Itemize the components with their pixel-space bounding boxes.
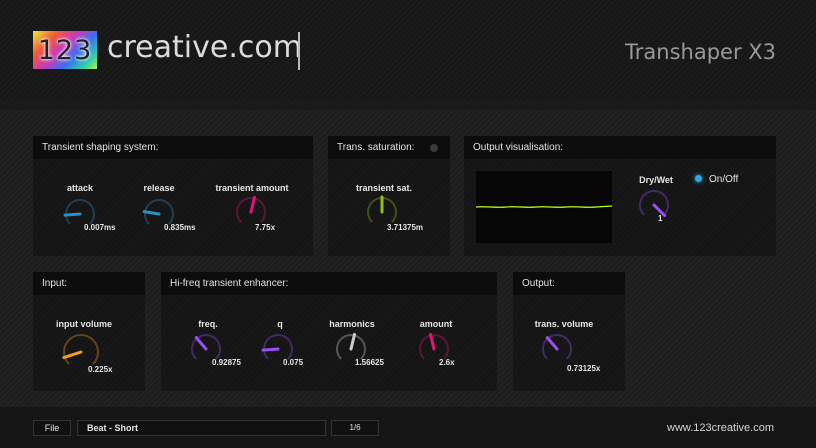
q-value: 0.075: [283, 358, 304, 367]
knob-pointer: [142, 210, 161, 216]
waveform-display: [476, 171, 612, 243]
preset-name-field[interactable]: Beat - Short: [77, 420, 326, 436]
logo-badge: 123: [33, 31, 97, 69]
transient-amount-value: 7.75x: [255, 223, 276, 232]
knob-pointer: [62, 350, 83, 360]
website-link[interactable]: www.123creative.com: [667, 422, 774, 434]
input-volume-value: 0.225x: [88, 365, 113, 374]
file-button[interactable]: File: [33, 420, 71, 436]
amount-label: amount: [419, 319, 453, 329]
trans-volume-knob[interactable]: [541, 333, 573, 365]
dry-wet-label: Dry/Wet: [639, 175, 673, 185]
input-volume-label: input volume: [56, 319, 112, 329]
release-value: 0.835ms: [164, 223, 196, 232]
transient-sat-label: transient sat.: [355, 183, 413, 193]
knob-track: [63, 334, 99, 365]
attack-value: 0.007ms: [84, 223, 116, 232]
knob-track: [263, 334, 293, 360]
waveform-trace: [476, 205, 612, 208]
saturation-toggle-led[interactable]: [430, 144, 438, 152]
knob-track: [65, 199, 95, 225]
knob-pointer: [349, 332, 357, 351]
panel-title: Output visualisation:: [464, 136, 776, 159]
harmonics-label: harmonics: [329, 319, 375, 329]
knob-pointer: [428, 332, 436, 351]
transient-sat-value: 3.71375m: [387, 223, 424, 232]
trans-volume-value: 0.73125x: [567, 364, 601, 373]
q-label: q: [277, 319, 283, 329]
knob-pointer: [261, 347, 280, 352]
output-panel: Output:: [513, 272, 625, 391]
harmonics-value: 1.56625: [355, 358, 384, 367]
transient-amount-label: transient amount: [215, 183, 289, 193]
panel-title: Input:: [33, 272, 145, 295]
dry-wet-knob[interactable]: [638, 189, 670, 221]
knob-pointer: [63, 212, 82, 217]
freq-value: 0.92875: [212, 358, 241, 367]
attack-label: attack: [66, 183, 93, 193]
dry-wet-value: 1: [658, 214, 663, 223]
transient-shaping-panel: Transient shaping system:: [33, 136, 313, 256]
onoff-label[interactable]: On/Off: [709, 174, 738, 185]
header-divider: [0, 100, 816, 110]
product-name: Transhaper X3: [625, 40, 776, 64]
trans-volume-label: trans. volume: [534, 319, 594, 329]
logo-number: 123: [37, 34, 93, 66]
freq-label: freq.: [198, 319, 218, 329]
knob-track: [639, 190, 669, 216]
onoff-led[interactable]: [695, 175, 702, 182]
hifreq-enhancer-panel: Hi-freq transient enhancer:: [161, 272, 497, 391]
logo-text: creative.com: [107, 30, 302, 65]
logo-divider: [298, 32, 300, 70]
amount-value: 2.6x: [439, 358, 455, 367]
knob-pointer: [194, 336, 208, 351]
panel-title: Transient shaping system:: [33, 136, 313, 159]
knob-pointer: [249, 195, 257, 214]
panel-title: Output:: [513, 272, 625, 295]
panel-title: Hi-freq transient enhancer:: [161, 272, 497, 295]
release-label: release: [143, 183, 175, 193]
knob-pointer: [545, 336, 559, 351]
preset-counter[interactable]: 1/6: [331, 420, 379, 436]
